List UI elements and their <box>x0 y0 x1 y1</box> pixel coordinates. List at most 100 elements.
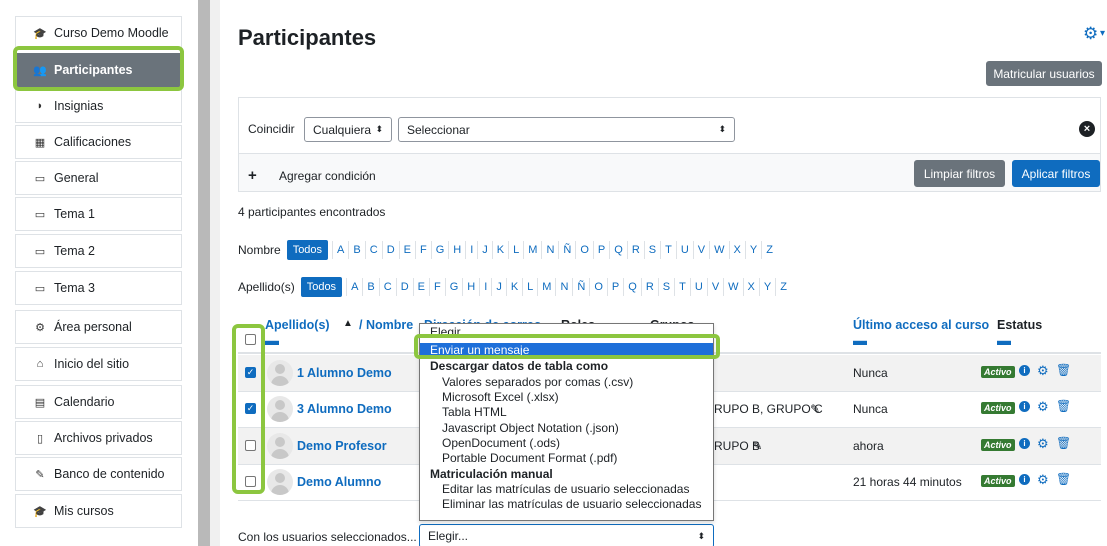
sidebar-item-7[interactable]: ▭ Tema 2 <box>15 234 182 268</box>
gear-icon[interactable]: ⚙ <box>1037 363 1049 379</box>
dropdown-option[interactable]: Valores separados por comas (.csv) <box>420 375 713 389</box>
lastname-initial-link[interactable]: E <box>412 278 429 296</box>
sidebar-item-4[interactable]: ▦ Calificaciones <box>15 125 182 159</box>
sidebar-item-6[interactable]: ▭ Tema 1 <box>15 197 182 231</box>
lastname-initial-link[interactable]: H <box>462 278 479 296</box>
sidebar-item-2[interactable]: 👥 Participantes <box>15 53 182 87</box>
lastname-initial-link[interactable]: O <box>589 278 607 296</box>
collapse-lastaccess-icon[interactable]: ▬ <box>853 332 867 348</box>
firstname-initial-link[interactable]: R <box>626 241 644 259</box>
firstname-initial-link[interactable]: Q <box>609 241 627 259</box>
firstname-initial-link[interactable]: Ñ <box>558 241 575 259</box>
sidebar-item-12[interactable]: ▯ Archivos privados <box>15 421 182 455</box>
row-checkbox[interactable]: ✓ <box>245 367 256 378</box>
chevron-down-icon[interactable]: ▾ <box>1100 28 1105 39</box>
dropdown-option[interactable]: Javascript Object Notation (.json) <box>420 421 713 435</box>
firstname-initial-link[interactable]: P <box>592 241 609 259</box>
sidebar-item-14[interactable]: 🎓 Mis cursos <box>15 494 182 528</box>
lastname-initial-link[interactable]: Ñ <box>572 278 589 296</box>
row-checkbox[interactable] <box>245 476 256 487</box>
lastname-initial-link[interactable]: K <box>505 278 522 296</box>
dropdown-option[interactable]: Microsoft Excel (.xlsx) <box>420 390 713 404</box>
lastname-initial-link[interactable]: D <box>395 278 413 296</box>
sidebar-item-9[interactable]: ⚙ Área personal <box>15 310 182 344</box>
lastname-initial-link[interactable]: B <box>362 278 378 296</box>
firstname-initial-link[interactable]: Z <box>761 241 777 259</box>
filter-type-select[interactable]: Seleccionar ⬍ <box>398 117 735 142</box>
gear-icon[interactable]: ⚙ <box>1083 24 1098 44</box>
lastname-initial-link[interactable]: I <box>479 278 491 296</box>
firstname-initial-link[interactable]: O <box>575 241 593 259</box>
lastname-all-button[interactable]: Todos <box>300 277 343 297</box>
lastname-initial-link[interactable]: V <box>706 278 723 296</box>
firstname-initial-link[interactable]: C <box>364 241 382 259</box>
sidebar-item-1[interactable]: 🎓 Curso Demo Moodle <box>15 16 182 50</box>
info-icon[interactable]: i <box>1019 365 1030 376</box>
firstname-initial-link[interactable]: I <box>465 241 477 259</box>
lastname-initial-link[interactable]: J <box>491 278 506 296</box>
collapse-status-icon[interactable]: ▬ <box>997 332 1011 348</box>
trash-icon[interactable]: 🗑 <box>1056 436 1071 450</box>
lastname-initial-link[interactable]: U <box>689 278 707 296</box>
sidebar-item-11[interactable]: ▤ Calendario <box>15 385 182 419</box>
gear-icon[interactable]: ⚙ <box>1037 472 1049 488</box>
lastname-initial-link[interactable]: T <box>674 278 690 296</box>
info-icon[interactable]: i <box>1019 474 1030 485</box>
sidebar-item-10[interactable]: ⌂ Inicio del sitio <box>15 347 182 381</box>
lastname-initial-link[interactable]: L <box>522 278 537 296</box>
edit-groups-icon[interactable]: ✎ <box>752 439 762 453</box>
sort-lastaccess-link[interactable]: Último acceso al curso <box>853 318 989 332</box>
firstname-initial-link[interactable]: F <box>414 241 431 259</box>
match-select[interactable]: Cualquiera ⬍ <box>304 117 392 142</box>
firstname-initial-link[interactable]: M <box>523 241 541 259</box>
firstname-initial-link[interactable]: N <box>541 241 558 259</box>
lastname-initial-link[interactable]: Y <box>758 278 775 296</box>
firstname-initial-link[interactable]: E <box>398 241 415 259</box>
gear-icon[interactable]: ⚙ <box>1037 399 1049 415</box>
lastname-initial-link[interactable]: S <box>657 278 674 296</box>
lastname-initial-link[interactable]: Q <box>623 278 641 296</box>
firstname-initial-link[interactable]: W <box>709 241 728 259</box>
lastname-initial-link[interactable]: R <box>640 278 658 296</box>
plus-icon[interactable]: + <box>248 167 257 184</box>
collapse-name-icon[interactable]: ▬ <box>265 332 279 348</box>
lastname-initial-link[interactable]: X <box>742 278 759 296</box>
firstname-initial-link[interactable]: L <box>508 241 523 259</box>
firstname-initial-link[interactable]: D <box>381 241 399 259</box>
dropdown-option[interactable]: OpenDocument (.ods) <box>420 436 713 450</box>
drawer-scrollbar[interactable] <box>198 0 210 546</box>
sort-lastname-link[interactable]: Apellido(s) <box>265 318 330 332</box>
apply-filters-button[interactable]: Aplicar filtros <box>1012 160 1100 187</box>
firstname-initial-link[interactable]: G <box>430 241 449 259</box>
firstname-initial-link[interactable]: B <box>348 241 364 259</box>
lastname-initial-link[interactable]: N <box>555 278 572 296</box>
trash-icon[interactable]: 🗑 <box>1056 363 1071 377</box>
firstname-initial-link[interactable]: Y <box>744 241 761 259</box>
trash-icon[interactable]: 🗑 <box>1056 399 1071 413</box>
lastname-initial-link[interactable]: G <box>444 278 463 296</box>
dropdown-option[interactable]: Tabla HTML <box>420 405 713 419</box>
firstname-initial-link[interactable]: X <box>728 241 745 259</box>
firstname-initial-link[interactable]: K <box>491 241 508 259</box>
dropdown-option[interactable]: Eliminar las matrículas de usuario selec… <box>420 497 713 511</box>
remove-condition-icon[interactable]: × <box>1079 121 1095 137</box>
dropdown-option[interactable]: Editar las matrículas de usuario selecci… <box>420 482 713 496</box>
bulk-action-select[interactable]: Elegir... ⬍ <box>419 524 714 546</box>
participant-name-link[interactable]: 3 Alumno Demo <box>297 402 392 416</box>
firstname-initial-link[interactable]: A <box>332 241 348 259</box>
dropdown-option[interactable]: Enviar un mensaje <box>420 343 713 357</box>
participant-name-link[interactable]: 1 Alumno Demo <box>297 366 392 380</box>
firstname-initial-link[interactable]: S <box>643 241 660 259</box>
select-all-checkbox[interactable] <box>245 334 256 345</box>
dropdown-option[interactable]: Elegir... <box>420 326 713 336</box>
participant-name-link[interactable]: Demo Alumno <box>297 475 381 489</box>
firstname-initial-link[interactable]: J <box>477 241 492 259</box>
row-checkbox[interactable]: ✓ <box>245 403 256 414</box>
firstname-initial-link[interactable]: H <box>448 241 465 259</box>
dropdown-option[interactable]: Portable Document Format (.pdf) <box>420 451 713 465</box>
sort-firstname-link[interactable]: / Nombre <box>359 318 413 332</box>
lastname-initial-link[interactable]: F <box>429 278 445 296</box>
clear-filters-button[interactable]: Limpiar filtros <box>914 160 1005 187</box>
firstname-initial-link[interactable]: T <box>660 241 676 259</box>
info-icon[interactable]: i <box>1019 401 1030 412</box>
